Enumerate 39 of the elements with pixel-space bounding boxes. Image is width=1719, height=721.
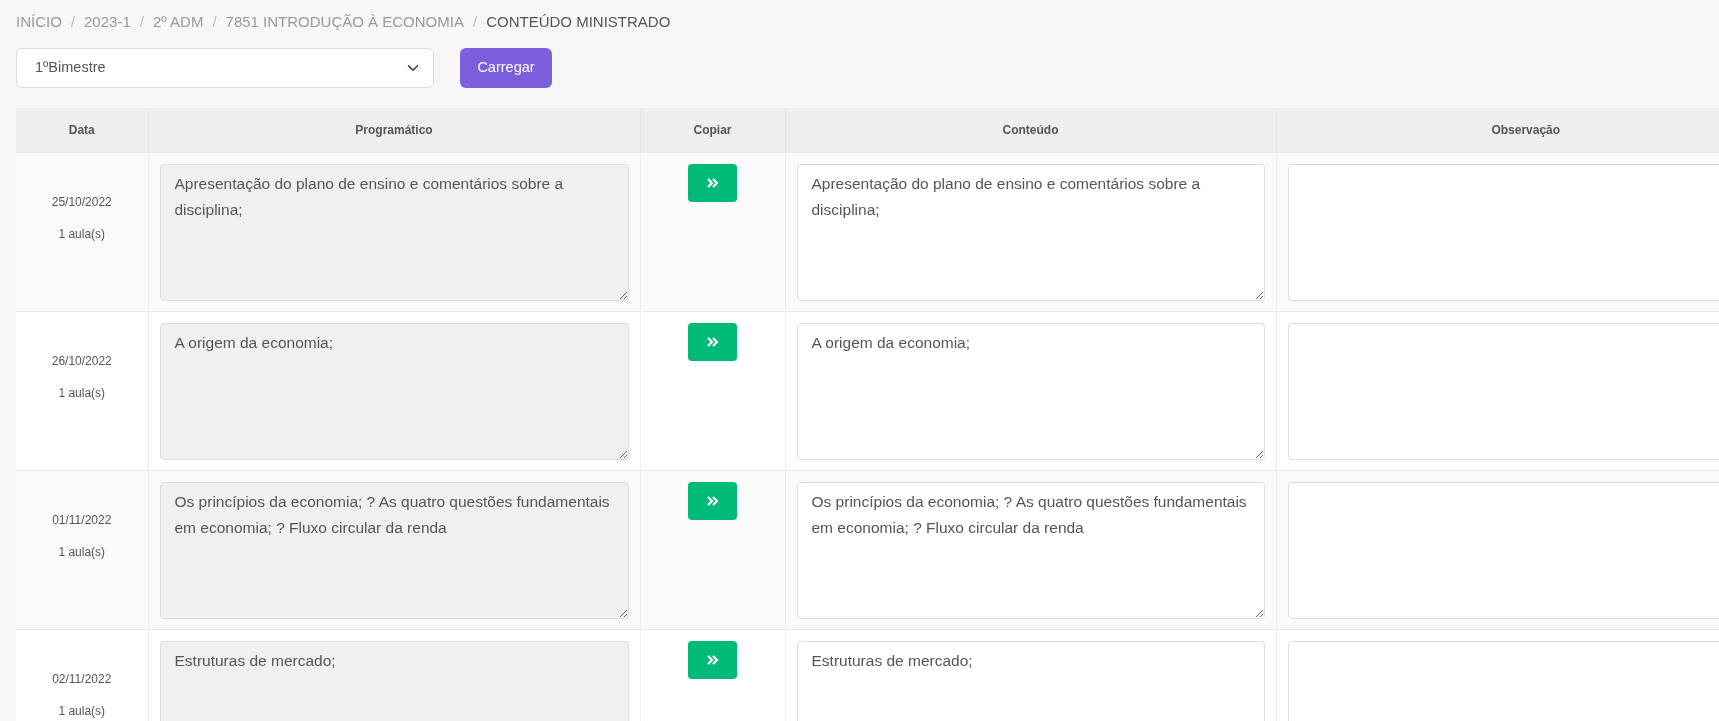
double-chevron-icon xyxy=(706,495,719,506)
content-field[interactable]: Apresentação do plano de ensino e comentários sobre a disciplina; xyxy=(796,163,1265,301)
programmatic-field[interactable]: Estruturas de mercado; xyxy=(159,640,629,721)
programmatic-field[interactable]: A origem da economia; xyxy=(159,322,629,460)
column-header: Copiar xyxy=(640,108,785,152)
content-field[interactable]: Estruturas de mercado; xyxy=(796,640,1265,721)
observation-field[interactable] xyxy=(1287,322,1719,460)
lesson-count: 1 aula(s) xyxy=(57,384,107,402)
lesson-date: 25/10/2022 xyxy=(50,193,113,211)
column-header: Programático xyxy=(148,108,640,152)
double-chevron-icon xyxy=(706,177,719,188)
observation-field[interactable] xyxy=(1287,163,1719,301)
observation-field[interactable] xyxy=(1287,481,1719,619)
content-field[interactable]: Os princípios da economia; ? As quatro questões fundamentais em economia; ? Fluxo circular da renda xyxy=(796,481,1265,619)
copy-button[interactable] xyxy=(688,322,737,361)
column-header: Data xyxy=(16,108,148,152)
lesson-count: 1 aula(s) xyxy=(57,702,107,720)
programmatic-field[interactable]: Apresentação do plano de ensino e comentários sobre a disciplina; xyxy=(159,163,629,301)
double-chevron-icon xyxy=(706,336,719,347)
breadcrumb-current: CONTEÚDO MINISTRADO xyxy=(486,12,671,33)
breadcrumb-separator: / xyxy=(472,12,478,33)
lesson-count: 1 aula(s) xyxy=(57,543,107,561)
programmatic-field[interactable]: Os princípios da economia; ? As quatro questões fundamentais em economia; ? Fluxo circular da renda xyxy=(159,481,629,619)
lesson-count: 1 aula(s) xyxy=(57,225,107,243)
lesson-date: 26/10/2022 xyxy=(50,352,113,370)
lesson-date: 02/11/2022 xyxy=(51,670,113,688)
content-field[interactable]: A origem da economia; xyxy=(796,322,1265,460)
breadcrumb-separator: / xyxy=(212,12,217,33)
copy-button[interactable] xyxy=(688,481,737,520)
load-button[interactable]: Carregar xyxy=(460,48,552,88)
copy-button[interactable] xyxy=(688,163,737,202)
double-chevron-icon xyxy=(706,654,719,665)
column-header: Observação xyxy=(1276,108,1719,152)
copy-button[interactable] xyxy=(688,640,737,679)
breadcrumb-separator: / xyxy=(70,12,75,33)
period-select[interactable]: 1ºBimestre xyxy=(16,48,434,88)
lesson-date: 01/11/2022 xyxy=(51,511,113,529)
column-header: Conteúdo xyxy=(785,108,1276,152)
breadcrumb-separator: / xyxy=(139,12,144,33)
